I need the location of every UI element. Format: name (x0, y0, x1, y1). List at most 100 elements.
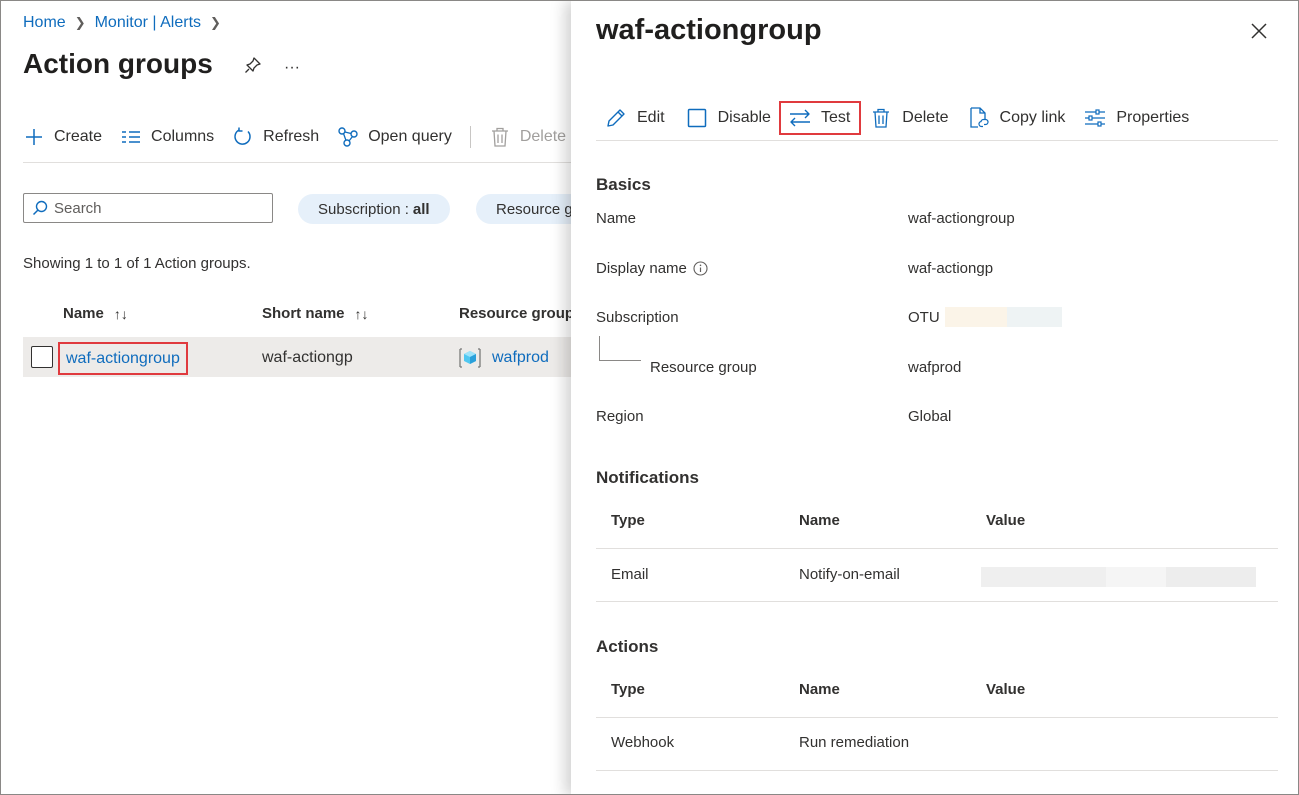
properties-label: Properties (1116, 109, 1190, 126)
display-name-label-text: Display name (596, 260, 687, 277)
columns-button[interactable]: Columns (120, 126, 214, 148)
breadcrumb-home[interactable]: Home (23, 14, 66, 32)
short-name-cell: waf-actiongp (262, 349, 353, 366)
edit-label: Edit (637, 109, 665, 126)
pin-icon[interactable] (244, 56, 262, 79)
redacted-block (1106, 567, 1166, 587)
resource-group-filter-label: Resource g (496, 200, 573, 218)
notifications-col-name: Name (799, 512, 840, 529)
actions-col-name: Name (799, 681, 840, 698)
tree-connector (599, 336, 641, 361)
column-header-name-label: Name (63, 305, 104, 322)
notifications-col-value: Value (986, 512, 1026, 529)
table-divider (596, 548, 1278, 549)
trash-icon (870, 107, 892, 129)
info-icon[interactable] (693, 261, 708, 276)
delete-button[interactable]: Delete (489, 126, 566, 148)
chevron-right-icon: ❯ (210, 15, 221, 30)
resource-group-label: Resource group (650, 359, 757, 376)
open-query-button[interactable]: Open query (337, 126, 452, 148)
search-input[interactable] (54, 199, 254, 217)
column-header-resource-group-label: Resource group (459, 305, 575, 322)
column-header-name[interactable]: Name ↑↓ (63, 305, 128, 322)
test-label: Test (820, 109, 851, 126)
panel-title: waf-actiongroup (596, 14, 822, 46)
portal-window: Home ❯ Monitor | Alerts ❯ Action groups … (0, 0, 1299, 795)
columns-label: Columns (151, 128, 215, 145)
actions-col-value: Value (986, 681, 1026, 698)
create-label: Create (54, 128, 103, 145)
edit-button[interactable]: Edit (605, 101, 665, 135)
query-graph-icon (337, 126, 359, 148)
resource-group-filter-pill[interactable]: Resource g (476, 194, 586, 224)
redacted-block (981, 567, 1106, 587)
swap-arrows-icon (789, 107, 811, 129)
table-divider (596, 717, 1278, 718)
action-name-cell: Run remediation (799, 734, 910, 751)
delete-label: Delete (902, 109, 949, 126)
column-header-short-name[interactable]: Short name ↑↓ (262, 305, 369, 322)
copy-link-icon (968, 107, 990, 129)
redacted-block (945, 307, 1007, 327)
name-value: waf-actiongroup (908, 210, 1015, 227)
more-options-icon[interactable]: ··· (284, 59, 300, 77)
toolbar-divider (469, 126, 471, 148)
search-icon (32, 200, 48, 216)
sort-icon[interactable]: ↑↓ (114, 306, 128, 322)
sliders-icon (1084, 107, 1106, 129)
redacted-block (1166, 567, 1256, 587)
pencil-icon (605, 107, 627, 129)
action-group-name: waf-actiongroup (66, 349, 180, 367)
column-header-resource-group[interactable]: Resource group (459, 305, 574, 322)
display-name-value: waf-actiongp (908, 260, 994, 277)
close-icon (1251, 23, 1267, 43)
subscription-filter-label: Subscription : (318, 200, 409, 218)
column-header-short-name-label: Short name (262, 305, 345, 322)
copy-link-button[interactable]: Copy link (968, 101, 1066, 135)
subscription-filter-pill[interactable]: Subscription : all (298, 194, 450, 224)
display-name-label: Display name (596, 260, 708, 277)
name-label: Name (596, 210, 637, 227)
resource-group-value: wafprod (908, 359, 962, 376)
actions-heading: Actions (596, 637, 659, 656)
chevron-right-icon: ❯ (74, 15, 86, 30)
actions-col-type: Type (611, 681, 645, 698)
action-group-link[interactable]: waf-actiongroup (58, 342, 188, 375)
subscription-filter-value: all (412, 200, 430, 218)
breadcrumb: Home ❯ Monitor | Alerts ❯ (23, 14, 230, 32)
resource-group-cube-icon (459, 348, 481, 368)
disable-label: Disable (717, 109, 771, 126)
page-title: Action groups (23, 48, 213, 79)
plus-icon (23, 126, 45, 148)
notifications-col-type: Type (611, 512, 645, 529)
test-button[interactable]: Test (778, 101, 862, 135)
copy-link-label: Copy link (999, 109, 1066, 126)
sort-icon[interactable]: ↑↓ (355, 306, 369, 322)
command-bar: Create Columns Refresh Open query Delete (23, 126, 584, 148)
refresh-button[interactable]: Refresh (232, 126, 319, 148)
region-value: Global (908, 408, 952, 425)
disable-button[interactable]: Disable (686, 101, 771, 135)
action-type-cell: Webhook (611, 734, 675, 751)
create-button[interactable]: Create (23, 126, 102, 148)
delete-label: Delete (519, 128, 567, 145)
breadcrumb-monitor-alerts[interactable]: Monitor | Alerts (95, 14, 201, 32)
row-checkbox[interactable] (31, 346, 53, 368)
panel-command-bar: Edit Disable Test Delete Copy link Prope… (605, 101, 1189, 135)
properties-button[interactable]: Properties (1084, 101, 1189, 135)
close-button[interactable] (1247, 21, 1271, 45)
results-count: Showing 1 to 1 of 1 Action groups. (23, 255, 251, 272)
refresh-icon (232, 126, 254, 148)
region-label: Region (596, 408, 644, 425)
panel-toolbar-separator (596, 140, 1278, 141)
refresh-label: Refresh (263, 128, 320, 145)
checkbox-square-icon (686, 107, 708, 129)
delete-button[interactable]: Delete (870, 101, 949, 135)
trash-icon (489, 126, 511, 148)
subscription-label: Subscription (596, 309, 679, 326)
action-group-details-panel: waf-actiongroup Edit Disable Test Delete… (571, 1, 1298, 794)
toolbar-separator (23, 162, 576, 163)
subscription-value: OTU (908, 309, 940, 326)
resource-group-link[interactable]: wafprod (492, 349, 549, 367)
search-box[interactable] (23, 193, 273, 223)
